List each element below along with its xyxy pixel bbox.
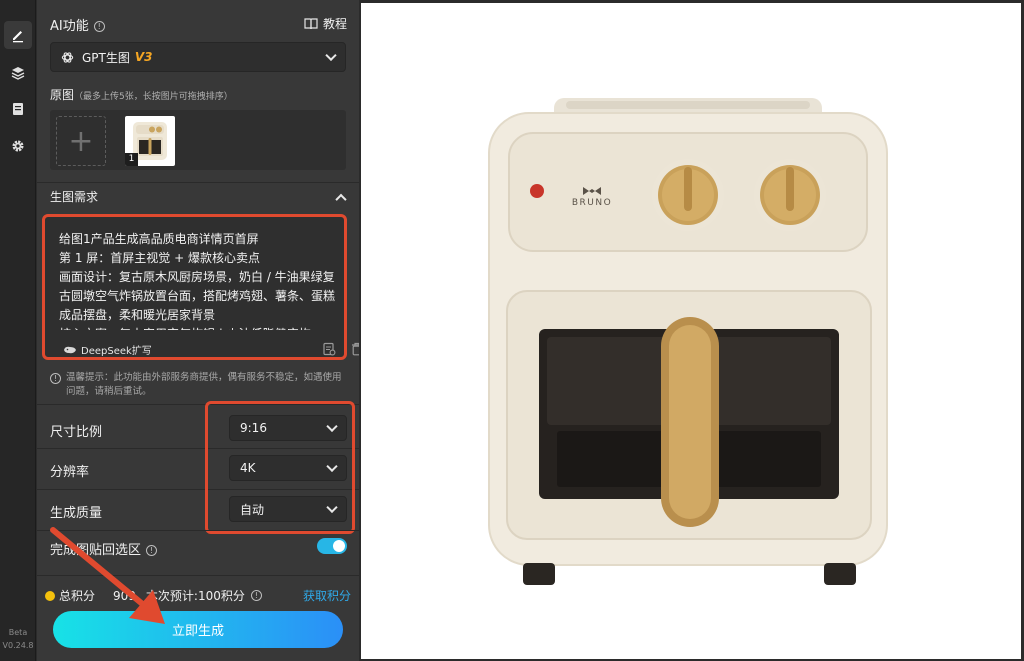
points-row: 总积分 909 本次预计:100积分 !	[45, 587, 262, 604]
get-points-link[interactable]: 获取积分	[303, 587, 351, 604]
resolution-value: 4K	[240, 461, 256, 475]
divider	[37, 404, 359, 405]
info-icon[interactable]: !	[93, 21, 105, 32]
chevron-down-icon	[326, 501, 338, 514]
add-image-button[interactable]: +	[56, 116, 106, 166]
whale-icon	[64, 346, 76, 353]
book-icon	[304, 17, 318, 29]
quality-select[interactable]: 自动	[229, 496, 347, 522]
info-icon: !	[50, 373, 61, 384]
prompt-title: 生图需求	[50, 190, 99, 204]
quality-label: 生成质量	[50, 506, 103, 521]
model-version: V3	[134, 50, 153, 64]
divider	[37, 448, 359, 449]
prompt-textarea[interactable]: 给图1产品生成高品质电商详情页首屏 第 1 屏：首屏主视觉 + 爆款核心卖点 画…	[42, 214, 362, 360]
info-icon[interactable]: !	[250, 590, 262, 601]
ai-function-label: AI功能	[50, 19, 89, 34]
gear-icon[interactable]	[4, 132, 32, 160]
service-tip: ! 温馨提示：此功能由外部服务商提供，偶有服务不稳定，如遇使用问题，请稍后重试。	[50, 371, 346, 399]
original-hint: （最多上传5张，长按图片可拖拽排序）	[74, 92, 233, 102]
air-fryer-image: BRUNO	[488, 98, 888, 585]
image-thumbnail[interactable]: 1	[125, 116, 175, 166]
canvas[interactable]: BRUNO	[361, 3, 1021, 659]
model-name: GPT生图	[82, 50, 130, 65]
divider	[37, 489, 359, 490]
resolution-select[interactable]: 4K	[229, 455, 347, 481]
deepseek-label: DeepSeek扩写	[81, 346, 152, 357]
plus-icon: +	[68, 123, 94, 159]
prompt-text[interactable]: 给图1产品生成高品质电商详情页首屏 第 1 屏：首屏主视觉 + 爆款核心卖点 画…	[59, 230, 344, 330]
ai-function-title: AI功能!	[50, 15, 105, 34]
model-select[interactable]: GPT生图 V3	[50, 42, 346, 72]
total-points-label: 总积分	[59, 589, 96, 603]
edit-icon[interactable]	[4, 21, 32, 49]
chevron-up-icon[interactable]	[335, 193, 347, 206]
chevron-down-icon	[325, 49, 337, 62]
beta-label: Beta	[8, 628, 28, 637]
estimate-text: 本次预计:100积分	[145, 589, 245, 603]
divider	[37, 530, 359, 531]
total-points-value: 909	[113, 588, 136, 603]
generate-button[interactable]: 立即生成	[53, 611, 343, 648]
tutorial-label: 教程	[322, 17, 347, 31]
paste-back-title: 完成图贴回选区!	[50, 539, 158, 558]
info-icon[interactable]: !	[146, 545, 158, 556]
layers-icon[interactable]	[4, 59, 32, 87]
ai-panel: AI功能! 教程 GPT生图 V3 原图（最多上传5张，长按图片可拖拽排序） +…	[37, 0, 362, 661]
original-label: 原图	[50, 88, 75, 102]
resolution-label: 分辨率	[50, 465, 90, 480]
upload-area: + 1	[50, 110, 346, 170]
version-label: V0.24.8	[2, 641, 34, 650]
paste-back-toggle[interactable]	[317, 538, 347, 554]
coin-icon	[45, 590, 55, 601]
chevron-down-icon	[326, 460, 338, 473]
quality-value: 自动	[240, 502, 265, 517]
aspect-ratio-value: 9:16	[240, 421, 267, 435]
divider	[37, 575, 359, 576]
aspect-ratio-label: 尺寸比例	[50, 425, 103, 440]
thumbnail-index: 1	[125, 153, 138, 166]
service-tip-text: 温馨提示：此功能由外部服务商提供，偶有服务不稳定，如遇使用问题，请稍后重试。	[66, 372, 342, 397]
left-toolbar: Beta V0.24.8	[0, 0, 36, 661]
aspect-ratio-select[interactable]: 9:16	[229, 415, 347, 441]
openai-icon	[61, 51, 74, 63]
original-title: 原图（最多上传5张，长按图片可拖拽排序）	[50, 86, 233, 103]
divider	[37, 182, 359, 183]
chevron-down-icon	[326, 420, 338, 433]
tutorial-link[interactable]: 教程	[304, 15, 347, 32]
deepseek-expand-button[interactable]: DeepSeek扩写	[63, 342, 152, 357]
generate-label: 立即生成	[171, 624, 224, 639]
document-icon[interactable]	[4, 95, 32, 123]
brand-text: BRUNO	[572, 198, 612, 208]
paste-back-label: 完成图贴回选区	[50, 543, 142, 558]
history-icon[interactable]	[322, 342, 336, 356]
